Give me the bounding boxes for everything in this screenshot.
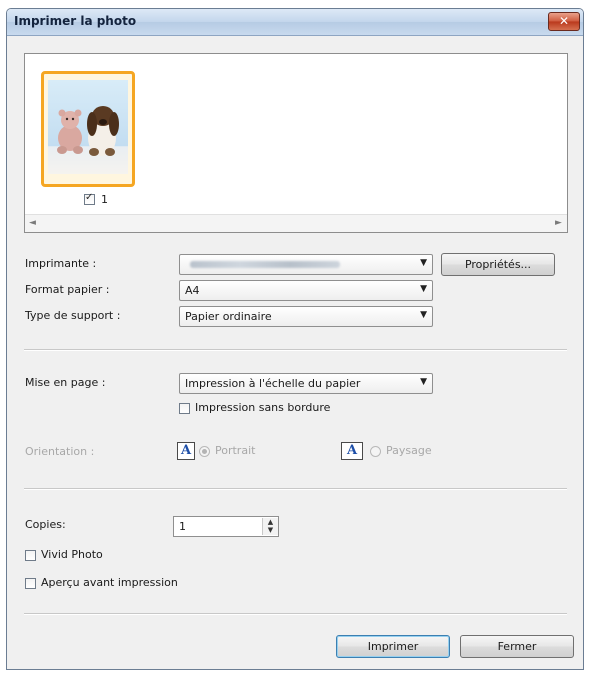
close-window-button[interactable]: ✕ bbox=[548, 12, 580, 31]
layout-select[interactable]: Impression à l'échelle du papier ▼ bbox=[179, 373, 433, 394]
borderless-label: Impression sans bordure bbox=[195, 401, 331, 414]
chevron-down-icon: ▼ bbox=[420, 258, 427, 268]
divider bbox=[24, 613, 567, 615]
thumbnail-checkbox[interactable] bbox=[84, 192, 95, 205]
vivid-photo-checkbox[interactable] bbox=[25, 550, 36, 561]
portrait-radio[interactable] bbox=[199, 446, 210, 457]
printer-label: Imprimante : bbox=[25, 257, 97, 270]
printer-name-blurred bbox=[190, 261, 340, 268]
close-icon: ✕ bbox=[558, 14, 570, 28]
properties-button[interactable]: Propriétés... bbox=[441, 253, 555, 276]
dialog-title: Imprimer la photo bbox=[14, 14, 137, 28]
paper-size-select[interactable]: A4 ▼ bbox=[179, 280, 433, 301]
paper-size-label: Format papier : bbox=[25, 283, 110, 296]
copies-label: Copies: bbox=[25, 518, 66, 531]
copies-spinner[interactable]: 1 ▲ ▼ bbox=[173, 516, 279, 537]
photo-thumbnail[interactable] bbox=[41, 71, 135, 187]
title-bar: Imprimer la photo ✕ bbox=[7, 9, 583, 36]
portrait-label: Portrait bbox=[215, 444, 256, 457]
layout-value: Impression à l'échelle du papier bbox=[185, 377, 361, 390]
landscape-orientation-icon: A bbox=[341, 442, 363, 460]
print-preview-checkbox[interactable] bbox=[25, 578, 36, 589]
print-photo-dialog: Imprimer la photo ✕ ✓ 1 ◄ ► Imprimante:… bbox=[6, 8, 584, 670]
media-type-label: Type de support : bbox=[25, 309, 121, 322]
media-type-value: Papier ordinaire bbox=[185, 310, 272, 323]
copies-value: 1 bbox=[179, 520, 186, 533]
scroll-left-icon[interactable]: ◄ bbox=[29, 218, 36, 228]
divider bbox=[24, 488, 567, 490]
landscape-radio[interactable] bbox=[370, 446, 381, 457]
copies-spin-buttons[interactable]: ▲ ▼ bbox=[262, 518, 278, 535]
media-type-select[interactable]: Papier ordinaire ▼ bbox=[179, 306, 433, 327]
divider bbox=[24, 349, 567, 351]
print-button[interactable]: Imprimer bbox=[336, 635, 450, 658]
photo-image bbox=[48, 80, 128, 174]
scroll-right-icon[interactable]: ► bbox=[555, 218, 562, 228]
portrait-orientation-icon: A bbox=[177, 442, 195, 460]
spin-down-icon[interactable]: ▼ bbox=[263, 526, 278, 534]
chevron-down-icon: ▼ bbox=[420, 377, 427, 387]
chevron-down-icon: ▼ bbox=[420, 310, 427, 320]
close-button[interactable]: Fermer bbox=[460, 635, 574, 658]
thumbnail-number: 1 bbox=[101, 193, 108, 206]
borderless-checkbox[interactable] bbox=[179, 403, 190, 414]
print-preview-label: Aperçu avant impression bbox=[41, 576, 178, 589]
orientation-label: Orientation : bbox=[25, 445, 95, 458]
layout-label: Mise en page : bbox=[25, 376, 106, 389]
printer-select[interactable]: ▼ bbox=[179, 254, 433, 275]
preview-horizontal-scrollbar[interactable]: ◄ ► bbox=[25, 214, 567, 232]
vivid-photo-label: Vivid Photo bbox=[41, 548, 103, 561]
landscape-label: Paysage bbox=[386, 444, 432, 457]
paper-size-value: A4 bbox=[185, 284, 200, 297]
chevron-down-icon: ▼ bbox=[420, 284, 427, 294]
spin-up-icon[interactable]: ▲ bbox=[263, 518, 278, 526]
